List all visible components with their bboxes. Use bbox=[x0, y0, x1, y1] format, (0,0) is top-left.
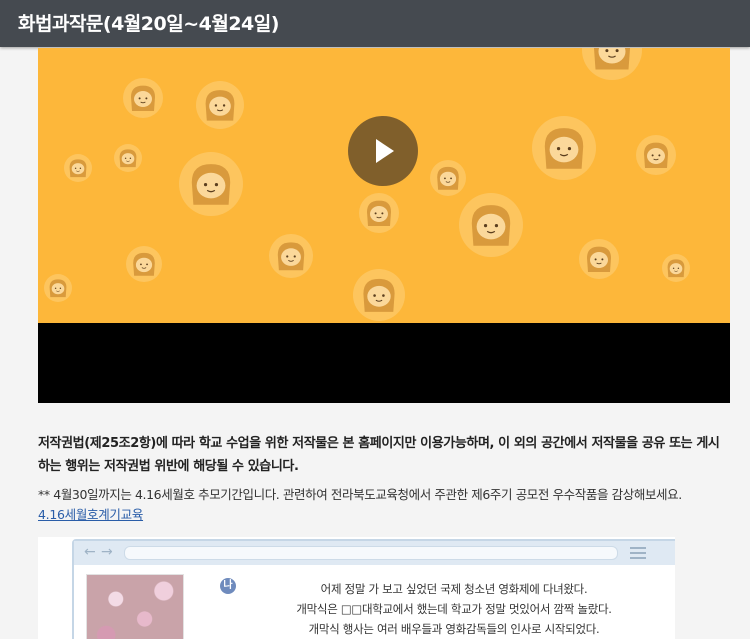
menu-icon bbox=[630, 547, 646, 559]
browser-frame-illustration: ← → 나 어제 정말 가 보고 싶었던 국제 청소년 영화제에 다녀왔다. 개… bbox=[72, 539, 675, 639]
back-arrow-icon: ← bbox=[84, 544, 96, 560]
essay-line: 개막식은 □□대학교에서 했는데 학교가 정말 멋있어서 깜짝 놀랐다. bbox=[296, 602, 612, 616]
speaker-badge: 나 bbox=[220, 578, 236, 594]
embedded-image: ← → 나 어제 정말 가 보고 싶었던 국제 청소년 영화제에 다녀왔다. 개… bbox=[38, 537, 675, 639]
copyright-notice: 저작권법(제25조2항)에 따라 학교 수업을 위한 저작물은 본 홈페이지만 … bbox=[38, 436, 720, 474]
video-player[interactable] bbox=[38, 48, 730, 403]
sewol-education-link[interactable]: 4.16세월호계기교육 bbox=[38, 505, 143, 525]
memorial-note: ** 4월30일까지는 4.16세월호 추모기간입니다. 관련하여 전라북도교육… bbox=[38, 487, 682, 502]
play-icon bbox=[376, 139, 394, 163]
cherry-blossom-photo bbox=[86, 574, 184, 639]
page-title: 화법과작문(4월20일~4월24일) bbox=[18, 13, 279, 35]
play-button[interactable] bbox=[348, 116, 418, 186]
header-bar: 화법과작문(4월20일~4월24일) bbox=[0, 0, 750, 47]
essay-line: 개막식 행사는 여러 배우들과 영화감독들의 인사로 시작되었다. bbox=[308, 622, 600, 636]
essay-text: 어제 정말 가 보고 싶었던 국제 청소년 영화제에 다녀왔다. 개막식은 □□… bbox=[244, 579, 664, 639]
browser-toolbar: ← → bbox=[74, 541, 675, 565]
forward-arrow-icon: → bbox=[101, 544, 113, 560]
essay-line: 어제 정말 가 보고 싶었던 국제 청소년 영화제에 다녀왔다. bbox=[320, 582, 588, 596]
address-bar bbox=[124, 546, 618, 560]
